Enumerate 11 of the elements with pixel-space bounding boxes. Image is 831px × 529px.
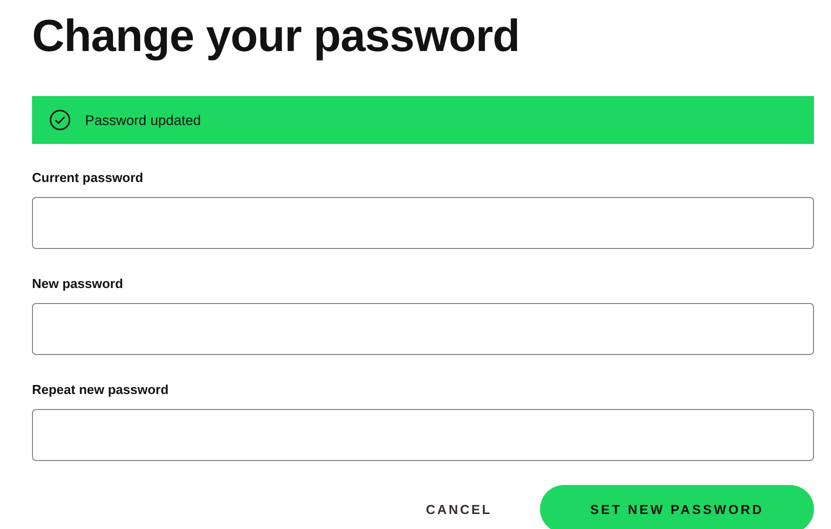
password-field[interactable]: [32, 197, 814, 249]
cancel-button[interactable]: CANCEL: [426, 502, 492, 516]
field-label: New password: [32, 276, 124, 293]
field-label: Repeat new password: [32, 382, 170, 399]
alert-message: Password updated: [85, 112, 201, 128]
password-field[interactable]: [32, 409, 814, 461]
page-title: Change your password: [32, 9, 521, 63]
check-circle-icon: [49, 109, 71, 131]
password-field[interactable]: [32, 303, 814, 355]
set-password-button[interactable]: SET NEW PASSWORD: [540, 485, 814, 529]
field-label: Current password: [32, 170, 144, 187]
